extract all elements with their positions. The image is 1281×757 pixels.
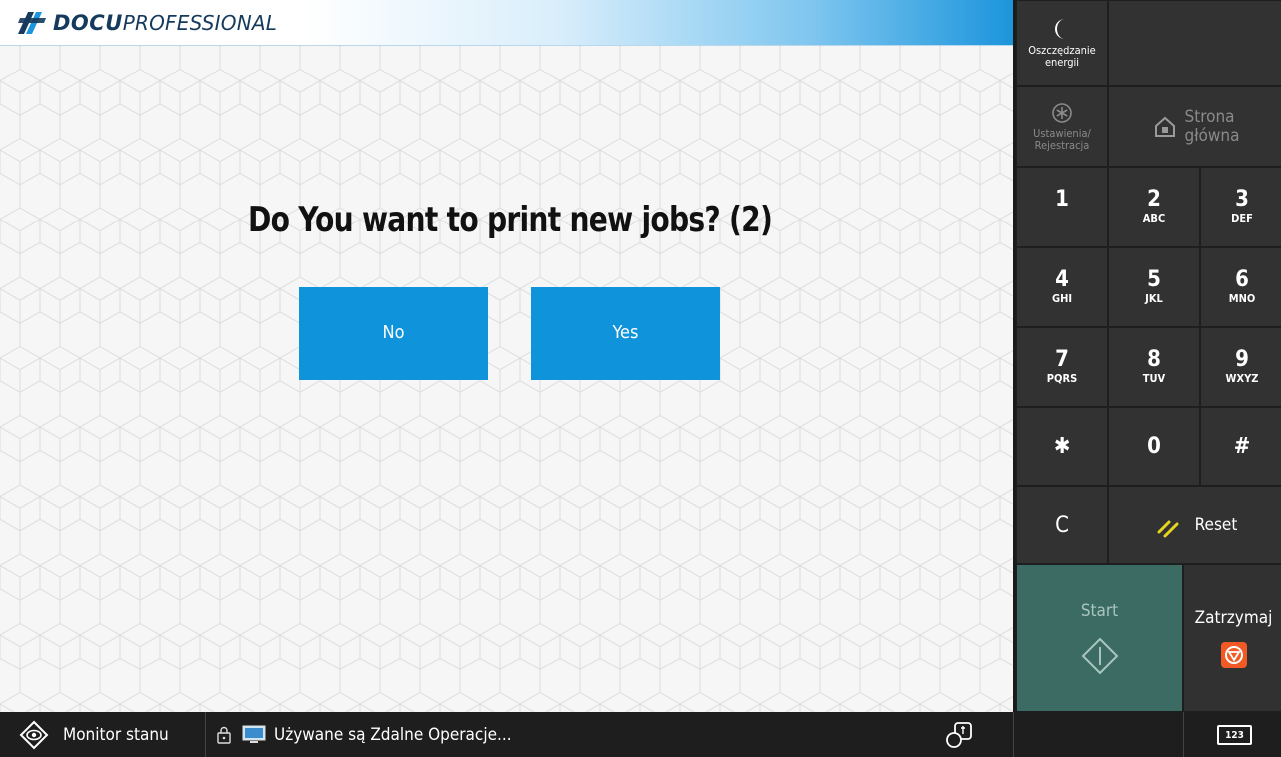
brand-name-light: PROFESSIONAL [122,11,278,35]
status-message-area: Używane są Zdalne Operacje... [216,712,512,757]
key-digit: 9 [1235,347,1249,372]
divider [1183,712,1184,757]
empty-panel-slot [1108,0,1281,86]
divider [1013,712,1014,757]
control-panel: Oszczędzanie energii Ustawienia/ Rejestr… [1013,0,1281,712]
key-5[interactable]: 5 JKL [1108,247,1200,327]
home-button[interactable]: Strona główna [1108,86,1281,167]
key-digit: 2 [1147,187,1161,212]
start-label: Start [1080,601,1119,621]
status-bar: Monitor stanu Używane są Zdalne Operacje… [0,712,1281,757]
key-letters: MNO [1228,292,1256,305]
key-digit: 7 [1055,347,1069,372]
keypad-toggle-button[interactable]: 123 [1217,725,1252,745]
no-button[interactable]: No [299,287,488,380]
brand-logo: DOCU PROFESSIONAL [16,9,277,37]
status-monitor-label: Monitor stanu [63,724,169,745]
main-screen: DOCU PROFESSIONAL Do You want to print n… [0,0,1013,712]
key-digit: 5 [1147,267,1161,292]
start-diamond-icon [1081,637,1118,675]
settings-label-2: Rejestracja [1034,139,1090,152]
key-9[interactable]: 9 WXYZ [1200,327,1281,407]
moon-icon [1055,19,1065,39]
key-asterisk[interactable]: ✱ [1016,407,1108,486]
key-hash[interactable]: # [1200,407,1281,486]
switch-language-icon[interactable] [944,720,974,750]
clear-label: C [1055,512,1069,538]
energy-save-label-2: energii [1044,56,1080,69]
status-monitor-button[interactable]: Monitor stanu [0,712,206,757]
key-digit: 8 [1147,347,1161,372]
key-digit: # [1233,433,1251,459]
key-letters: PQRS [1046,372,1078,385]
settings-registration-button[interactable]: Ustawienia/ Rejestracja [1016,86,1108,167]
reset-icon [1157,520,1179,538]
reset-label: Reset [1194,515,1238,535]
key-letters: ABC [1142,212,1166,225]
reset-button[interactable]: Reset [1108,486,1281,564]
key-4[interactable]: 4 GHI [1016,247,1108,327]
key-6[interactable]: 6 MNO [1200,247,1281,327]
stop-icon [1220,642,1247,668]
key-digit: 6 [1235,267,1249,292]
stop-label: Zatrzymaj [1194,608,1273,628]
key-0[interactable]: 0 [1108,407,1200,486]
energy-save-button[interactable]: Oszczędzanie energii [1016,0,1108,86]
key-digit: ✱ [1053,433,1071,459]
key-digit: 1 [1055,187,1069,212]
key-7[interactable]: 7 PQRS [1016,327,1108,407]
key-letters: GHI [1051,292,1073,305]
key-digit: 3 [1235,187,1249,212]
key-letters: TUV [1142,372,1166,385]
key-1[interactable]: 1 [1016,167,1108,247]
key-digit: 0 [1147,433,1161,459]
key-digit: 4 [1055,267,1069,292]
key-3[interactable]: 3 DEF [1200,167,1281,247]
status-message-text: Używane są Zdalne Operacje... [274,724,512,745]
clear-button[interactable]: C [1016,486,1108,564]
settings-icon [1052,103,1072,123]
key-2[interactable]: 2 ABC [1108,167,1200,247]
home-label: Strona [1184,106,1235,127]
header-bar: DOCU PROFESSIONAL [0,0,1013,46]
eye-diamond-icon [19,720,49,749]
stop-button[interactable]: Zatrzymaj [1183,564,1281,712]
key-letters: DEF [1231,212,1253,225]
key-letters: WXYZ [1225,372,1259,385]
key-letters: JKL [1145,292,1163,305]
yes-button[interactable]: Yes [531,287,720,380]
home-icon [1154,116,1175,137]
key-8[interactable]: 8 TUV [1108,327,1200,407]
brand-logo-icon [18,12,46,34]
remote-monitor-icon [242,725,266,743]
lock-icon [217,726,231,744]
home-label-2: główna [1184,125,1240,146]
brand-name-bold: DOCU [53,11,123,35]
start-button[interactable]: Start [1016,564,1183,712]
dialog-question: Do You want to print new jobs? (2) [248,200,773,240]
